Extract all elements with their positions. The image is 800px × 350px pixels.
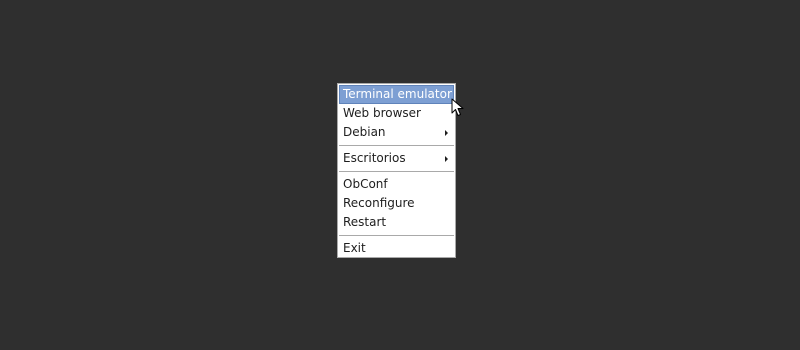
menu-item-label: Reconfigure xyxy=(343,196,415,210)
menu-item-label: Web browser xyxy=(343,106,421,120)
menu-item-label: ObConf xyxy=(343,177,388,191)
menu-item-label: Exit xyxy=(343,241,366,255)
menu-separator xyxy=(339,171,454,172)
menu-item-label: Restart xyxy=(343,215,387,229)
menu-item-web-browser[interactable]: Web browser xyxy=(339,104,454,123)
mouse-pointer-icon xyxy=(451,98,464,116)
menu-item-obconf[interactable]: ObConf xyxy=(339,175,454,194)
submenu-arrow-icon xyxy=(445,130,448,136)
root-menu: Terminal emulator Web browser Debian Esc… xyxy=(337,83,456,258)
menu-item-reconfigure[interactable]: Reconfigure xyxy=(339,194,454,213)
menu-separator xyxy=(339,235,454,236)
menu-separator xyxy=(339,145,454,146)
menu-item-escritorios[interactable]: Escritorios xyxy=(339,149,454,168)
menu-item-restart[interactable]: Restart xyxy=(339,213,454,232)
menu-item-terminal-emulator[interactable]: Terminal emulator xyxy=(339,85,454,104)
submenu-arrow-icon xyxy=(445,156,448,162)
menu-item-label: Escritorios xyxy=(343,151,406,165)
menu-item-debian[interactable]: Debian xyxy=(339,123,454,142)
menu-item-exit[interactable]: Exit xyxy=(339,239,454,258)
menu-item-label: Debian xyxy=(343,125,386,139)
menu-item-label: Terminal emulator xyxy=(343,87,452,101)
